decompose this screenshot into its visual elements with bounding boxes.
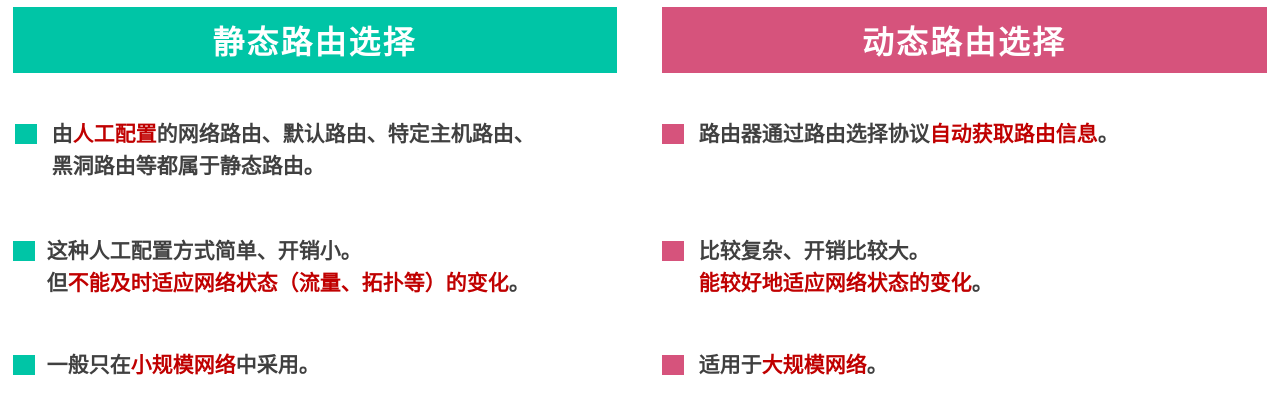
static-bullet-1-line-1: 由人工配置的网络路由、默认路由、特定主机路由、 <box>52 122 535 146</box>
static-bullet-2-highlight: 不能及时适应网络状态（流量、拓扑等）的变化 <box>68 271 509 295</box>
bullet-square-icon <box>662 241 684 261</box>
static-routing-header: 静态路由选择 <box>13 7 617 73</box>
dynamic-bullet-2-line-2: 能较好地适应网络状态的变化。 <box>699 271 993 295</box>
dynamic-routing-header: 动态路由选择 <box>662 7 1267 73</box>
static-bullet-1-highlight: 人工配置 <box>73 122 157 146</box>
dynamic-bullet-2-highlight: 能较好地适应网络状态的变化 <box>699 271 972 295</box>
bullet-square-icon <box>662 124 684 144</box>
static-bullet-2-line-2: 但不能及时适应网络状态（流量、拓扑等）的变化。 <box>47 271 530 295</box>
static-bullet-1-line-2: 黑洞路由等都属于静态路由。 <box>52 154 325 178</box>
dynamic-bullet-2-line-1: 比较复杂、开销比较大。 <box>699 239 930 263</box>
dynamic-bullet-1-highlight: 自动获取路由信息 <box>930 122 1098 146</box>
bullet-square-icon <box>662 355 684 375</box>
dynamic-bullet-1: 路由器通过路由选择协议自动获取路由信息。 <box>699 122 1119 146</box>
dynamic-bullet-3-highlight: 大规模网络 <box>762 353 867 377</box>
bullet-square-icon <box>13 355 35 375</box>
dynamic-bullet-3: 适用于大规模网络。 <box>699 353 888 377</box>
static-bullet-2-line-1: 这种人工配置方式简单、开销小。 <box>47 239 362 263</box>
bullet-square-icon <box>13 241 35 261</box>
bullet-square-icon <box>15 124 37 144</box>
static-bullet-3: 一般只在小规模网络中采用。 <box>47 353 320 377</box>
static-bullet-3-highlight: 小规模网络 <box>131 353 236 377</box>
